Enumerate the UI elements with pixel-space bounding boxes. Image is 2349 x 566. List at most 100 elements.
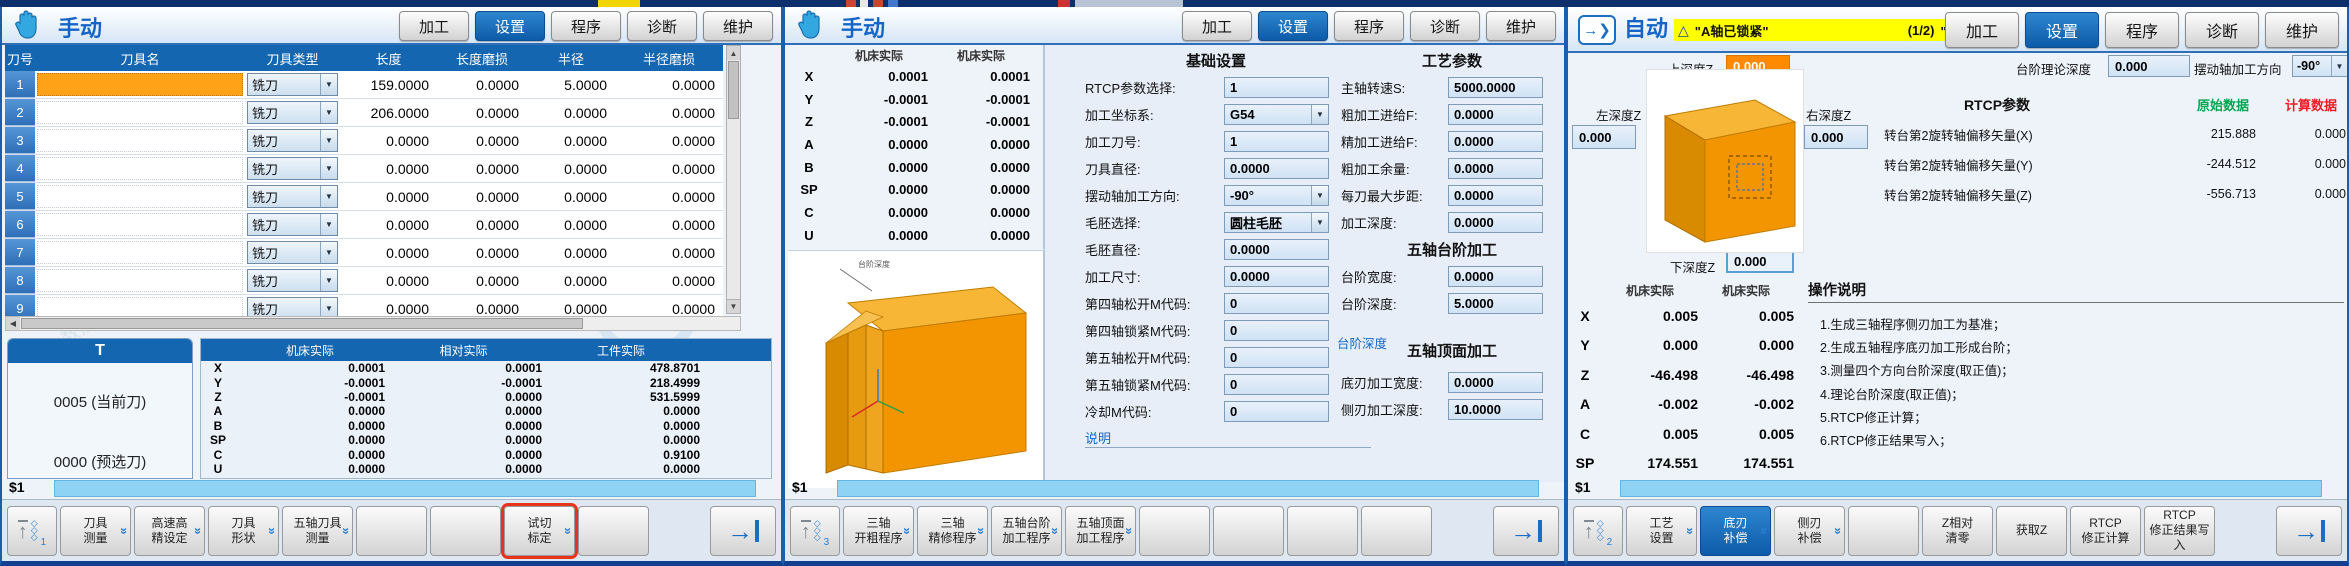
field-input[interactable]: 5000.0000▼: [1448, 77, 1543, 98]
radius-cell[interactable]: 0.0000: [527, 217, 615, 233]
radius-wear-cell[interactable]: 0.0000: [615, 245, 723, 261]
field-input[interactable]: 0.0000▼: [1448, 104, 1543, 125]
softkey-button[interactable]: »: [1848, 506, 1919, 556]
length-wear-cell[interactable]: 0.0000: [437, 245, 527, 261]
top-tab[interactable]: 诊断: [1410, 11, 1480, 41]
radius-wear-cell[interactable]: 0.0000: [615, 133, 723, 149]
length-cell[interactable]: 0.0000: [340, 301, 437, 317]
softkey-button[interactable]: 高速高 精设定 »: [134, 506, 205, 556]
softkey-button[interactable]: 三轴 精修程序 »: [917, 506, 988, 556]
softkey-button[interactable]: 底刃 补偿 »: [1700, 506, 1771, 556]
top-tab[interactable]: 加工: [1182, 11, 1252, 41]
radius-cell[interactable]: 0.0000: [527, 245, 615, 261]
field-input[interactable]: 0.0000▼: [1448, 266, 1543, 287]
length-cell[interactable]: 0.0000: [340, 245, 437, 261]
softkey-button[interactable]: »: [578, 506, 649, 556]
scroll-down-icon[interactable]: ▼: [726, 299, 741, 314]
softkey-button[interactable]: 五轴顶面 加工程序 »: [1065, 506, 1136, 556]
tool-type-dropdown[interactable]: 铣刀 ▼: [247, 101, 338, 124]
help-link[interactable]: 说明: [1085, 428, 1111, 447]
right-depth-input[interactable]: 0.000: [1804, 125, 1868, 149]
next-menu-button[interactable]: →: [2276, 506, 2342, 556]
tool-name-cell[interactable]: [37, 241, 243, 264]
top-tab[interactable]: 加工: [399, 11, 469, 41]
length-wear-cell[interactable]: 0.0000: [437, 217, 527, 233]
tool-name-cell[interactable]: [37, 101, 243, 124]
radius-cell[interactable]: 0.0000: [527, 189, 615, 205]
chevron-down-icon[interactable]: ▼: [320, 102, 337, 123]
scroll-left-icon[interactable]: ◀: [6, 317, 20, 330]
radius-wear-cell[interactable]: 0.0000: [615, 161, 723, 177]
field-input[interactable]: 0.0000▼: [1448, 131, 1543, 152]
tool-name-cell[interactable]: [37, 73, 243, 96]
chevron-down-icon[interactable]: ▼: [320, 130, 337, 151]
top-tab[interactable]: 诊断: [627, 11, 697, 41]
scroll-up-icon[interactable]: ▲: [727, 46, 740, 60]
tool-name-cell[interactable]: [37, 157, 243, 180]
field-input[interactable]: 0.0000▼: [1448, 212, 1543, 233]
top-tab[interactable]: 维护: [2265, 12, 2339, 48]
chevron-down-icon[interactable]: ▼: [1311, 105, 1328, 124]
top-tab[interactable]: 诊断: [2185, 12, 2259, 48]
softkey-page-button[interactable]: ↑ ◇ ◇ ◇ 1: [7, 506, 57, 556]
field-input[interactable]: 0 ▼: [1224, 401, 1329, 422]
chevron-down-icon[interactable]: ▼: [320, 74, 337, 95]
length-wear-cell[interactable]: 0.0000: [437, 77, 527, 93]
top-tab[interactable]: 设置: [1258, 11, 1328, 41]
radius-wear-cell[interactable]: 0.0000: [615, 77, 723, 93]
tool-name-cell[interactable]: [37, 185, 243, 208]
top-tab[interactable]: 程序: [551, 11, 621, 41]
tool-type-dropdown[interactable]: 铣刀 ▼: [247, 129, 338, 152]
chevron-down-icon[interactable]: ▼: [1311, 213, 1328, 232]
length-cell[interactable]: 0.0000: [340, 273, 437, 289]
tool-type-dropdown[interactable]: 铣刀 ▼: [247, 157, 338, 180]
softkey-button[interactable]: »: [1361, 506, 1432, 556]
length-wear-cell[interactable]: 0.0000: [437, 301, 527, 317]
scrollbar-thumb[interactable]: [728, 61, 739, 119]
length-wear-cell[interactable]: 0.0000: [437, 161, 527, 177]
top-tab[interactable]: 设置: [475, 11, 545, 41]
top-tab[interactable]: 程序: [1334, 11, 1404, 41]
alarm-banner[interactable]: △ "A轴已锁紧" (1/2) "C轴已: [1674, 19, 1986, 41]
tool-type-dropdown[interactable]: 铣刀 ▼: [247, 241, 338, 264]
softkey-button[interactable]: 工艺 设置 »: [1626, 506, 1697, 556]
field-input[interactable]: G54 ▼: [1224, 104, 1329, 125]
length-cell[interactable]: 0.0000: [340, 217, 437, 233]
softkey-button[interactable]: »: [1213, 506, 1284, 556]
radius-wear-cell[interactable]: 0.0000: [615, 217, 723, 233]
swing-direction-dropdown[interactable]: -90° ▼: [2292, 55, 2348, 77]
length-wear-cell[interactable]: 0.0000: [437, 133, 527, 149]
chevron-down-icon[interactable]: ▼: [320, 270, 337, 291]
chevron-down-icon[interactable]: ▼: [320, 186, 337, 207]
radius-wear-cell[interactable]: 0.0000: [615, 273, 723, 289]
radius-wear-cell[interactable]: 0.0000: [615, 189, 723, 205]
field-input[interactable]: 0.0000▼: [1448, 185, 1543, 206]
tool-name-cell[interactable]: [37, 269, 243, 292]
radius-cell[interactable]: 0.0000: [527, 273, 615, 289]
top-tab[interactable]: 维护: [703, 11, 773, 41]
tool-type-dropdown[interactable]: 铣刀 ▼: [247, 213, 338, 236]
radius-wear-cell[interactable]: 0.0000: [615, 301, 723, 317]
tool-type-dropdown[interactable]: 铣刀 ▼: [247, 185, 338, 208]
radius-cell[interactable]: 0.0000: [527, 161, 615, 177]
scrollbar-thumb[interactable]: [21, 318, 583, 329]
field-input[interactable]: 10.0000▼: [1448, 399, 1543, 420]
left-depth-input[interactable]: 0.000: [1572, 125, 1636, 149]
field-input[interactable]: 0.0000 ▼: [1224, 266, 1329, 287]
softkey-button[interactable]: »: [1139, 506, 1210, 556]
next-menu-button[interactable]: →: [710, 506, 776, 556]
radius-cell[interactable]: 0.0000: [527, 133, 615, 149]
chevron-down-icon[interactable]: ▼: [320, 214, 337, 235]
tool-type-dropdown[interactable]: 铣刀 ▼: [247, 269, 338, 292]
field-input[interactable]: 0.0000 ▼: [1224, 158, 1329, 179]
top-tab[interactable]: 加工: [1945, 12, 2019, 48]
field-input[interactable]: 1 ▼: [1224, 77, 1329, 98]
softkey-button[interactable]: 三轴 开粗程序 »: [843, 506, 914, 556]
top-tab[interactable]: 程序: [2105, 12, 2179, 48]
softkey-button[interactable]: RTCP 修正计算 »: [2070, 506, 2141, 556]
field-input[interactable]: 0.0000▼: [1448, 372, 1543, 393]
softkey-button[interactable]: 刀具 测量 »: [60, 506, 131, 556]
field-input[interactable]: 0.0000▼: [1448, 158, 1543, 179]
theory-depth-input[interactable]: 0.000: [2108, 55, 2190, 77]
softkey-button[interactable]: 刀具 形状 »: [208, 506, 279, 556]
